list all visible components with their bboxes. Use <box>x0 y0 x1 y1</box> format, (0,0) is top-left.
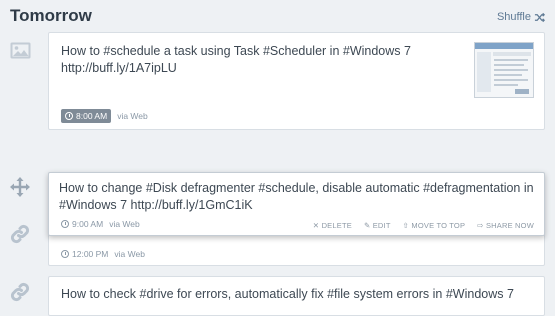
move-icon[interactable] <box>10 177 30 197</box>
clock-icon <box>61 220 69 228</box>
shuffle-button[interactable]: Shuffle <box>497 11 545 23</box>
shuffle-icon <box>534 12 545 22</box>
post-text-line: How to #schedule a task using Task #Sche… <box>61 44 411 58</box>
post-via: via Web <box>114 249 145 259</box>
edit-button[interactable]: ✎ EDIT <box>364 221 391 230</box>
move-to-top-button[interactable]: ⇧ MOVE TO TOP <box>403 221 466 230</box>
post-time: 8:00 AM <box>76 111 108 121</box>
post-time-label[interactable]: 12:00 PM <box>61 249 108 259</box>
link-icon <box>10 282 30 302</box>
post-meta: 8:00 AM via Web <box>61 109 148 123</box>
image-icon <box>10 42 31 59</box>
post-thumbnail <box>474 42 534 98</box>
post-card[interactable]: How to check #drive for errors, automati… <box>48 276 545 316</box>
post-actions: ✕ DELETE ✎ EDIT ⇧ MOVE TO TOP ⇨ SHARE NO… <box>313 221 534 230</box>
section-title: Tomorrow <box>10 6 92 25</box>
post-text-line: #Windows 7 http://buff.ly/1GmC1iK <box>59 198 253 212</box>
post-meta: 12:00 PM via Web <box>61 249 145 259</box>
post-meta: 9:00 AM via Web <box>61 219 140 229</box>
shuffle-label: Shuffle <box>496 11 531 23</box>
link-icon <box>10 224 30 244</box>
post-text-line: How to change #Disk defragmenter #schedu… <box>59 181 534 195</box>
post-via: via Web <box>109 219 140 229</box>
post-card[interactable]: How to #schedule a task using Task #Sche… <box>48 32 545 130</box>
post-text: How to check #drive for errors, automati… <box>61 286 514 303</box>
edit-label: EDIT <box>372 221 391 230</box>
share-now-label: SHARE NOW <box>485 221 534 230</box>
post-text-line: http://buff.ly/1A7ipLU <box>61 61 177 75</box>
delete-label: DELETE <box>321 221 352 230</box>
post-text: How to change #Disk defragmenter #schedu… <box>59 180 534 214</box>
delete-button[interactable]: ✕ DELETE <box>313 221 352 230</box>
post-time-label[interactable]: 9:00 AM <box>61 219 103 229</box>
post-time: 9:00 AM <box>72 219 104 229</box>
post-time-badge[interactable]: 8:00 AM <box>61 109 112 123</box>
clock-icon <box>61 250 69 258</box>
post-time: 12:00 PM <box>72 249 109 259</box>
post-card-dragging[interactable]: How to change #Disk defragmenter #schedu… <box>48 172 545 236</box>
clock-icon <box>65 112 73 120</box>
share-now-button[interactable]: ⇨ SHARE NOW <box>477 221 534 230</box>
post-text: How to #schedule a task using Task #Sche… <box>61 43 411 77</box>
post-text-line: How to check #drive for errors, automati… <box>61 287 514 301</box>
move-to-top-label: MOVE TO TOP <box>411 221 466 230</box>
post-via: via Web <box>117 111 148 121</box>
